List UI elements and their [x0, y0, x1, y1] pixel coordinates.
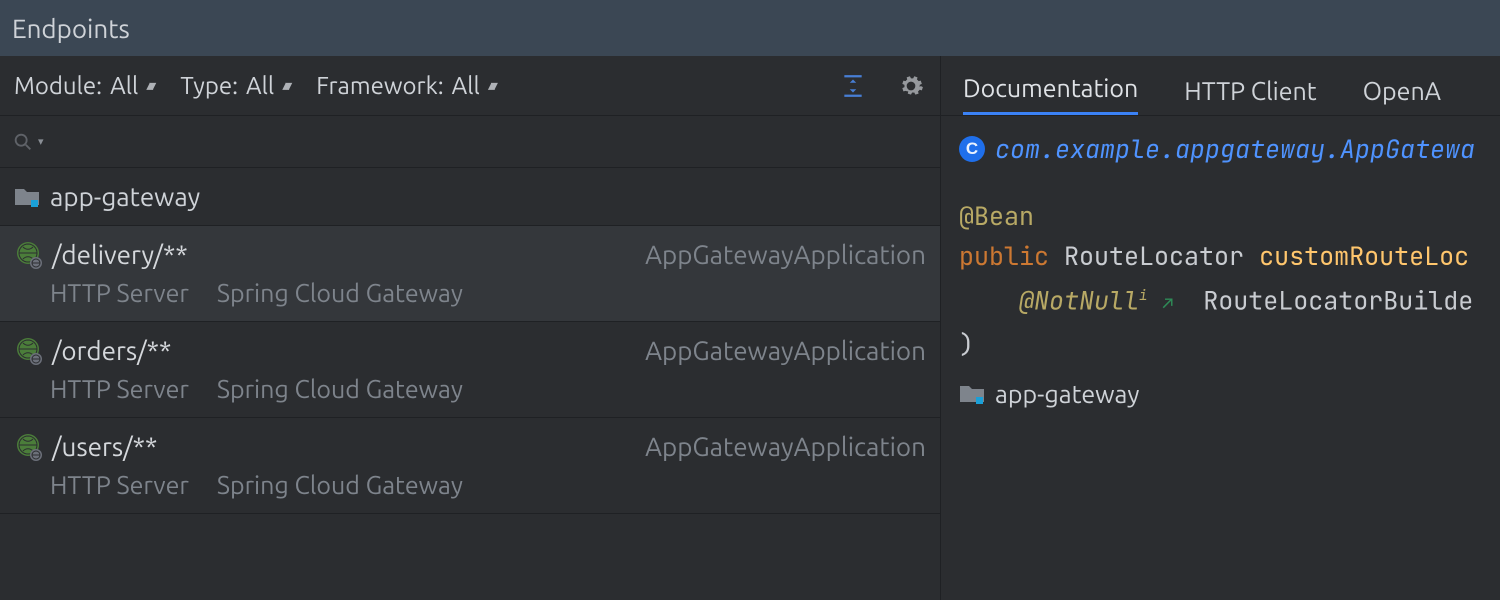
code-method-name: customRouteLoc [1259, 239, 1469, 273]
module-folder-icon [959, 383, 985, 405]
code-close-paren: ) [959, 327, 974, 361]
external-link-icon[interactable]: ↗ [1162, 292, 1173, 315]
endpoint-path: /orders/** [52, 336, 171, 365]
endpoint-row-main: /users/** AppGatewayApplication [14, 432, 926, 461]
gear-icon [898, 73, 924, 99]
code-param-annotation: @NotNull [1019, 283, 1139, 317]
tab-openapi[interactable]: OpenA [1363, 63, 1441, 115]
search-history-chevron-icon[interactable]: ▾ [38, 135, 44, 148]
code-param-type: RouteLocatorBuilde [1203, 283, 1473, 317]
filter-type-value: All [246, 72, 274, 99]
chevron-updown-icon: ▴▾ [282, 77, 288, 94]
code-param-sup: i [1139, 287, 1147, 305]
search-icon [10, 129, 36, 155]
tab-http-client[interactable]: HTTP Client [1184, 63, 1316, 115]
endpoint-framework: Spring Cloud Gateway [217, 375, 463, 403]
endpoint-class: AppGatewayApplication [645, 432, 926, 461]
class-badge-icon: C [959, 136, 985, 162]
endpoint-row-meta: HTTP Server Spring Cloud Gateway [14, 375, 926, 403]
chevron-updown-icon: ▴▾ [146, 77, 152, 94]
endpoint-path: /delivery/** [52, 240, 188, 269]
endpoint-icon [14, 337, 42, 365]
left-panel: Module: All ▴▾ Type: All ▴▾ Framework: A… [0, 56, 940, 600]
tab-documentation[interactable]: Documentation [963, 60, 1138, 115]
code-keyword: public [959, 239, 1049, 273]
endpoints-tool-window: Endpoints Module: All ▴▾ Type: All ▴▾ Fr… [0, 0, 1500, 600]
doc-tabs: Documentation HTTP Client OpenA [941, 56, 1500, 116]
endpoint-server: HTTP Server [50, 471, 189, 499]
code-return-type: RouteLocator [1064, 239, 1244, 273]
doc-fqn: com.example.appgateway.AppGatewa [995, 132, 1475, 166]
doc-module-row[interactable]: app-gateway [941, 364, 1500, 408]
module-name: app-gateway [50, 182, 200, 211]
endpoint-row-main: /delivery/** AppGatewayApplication [14, 240, 926, 269]
endpoint-framework: Spring Cloud Gateway [217, 471, 463, 499]
filter-type[interactable]: Type: All ▴▾ [180, 72, 288, 99]
endpoint-server: HTTP Server [50, 279, 189, 307]
filter-framework[interactable]: Framework: All ▴▾ [316, 72, 494, 99]
filter-module-value: All [110, 72, 138, 99]
expand-collapse-button[interactable] [838, 71, 868, 101]
endpoint-framework: Spring Cloud Gateway [217, 279, 463, 307]
main-split: Module: All ▴▾ Type: All ▴▾ Framework: A… [0, 56, 1500, 600]
filter-bar: Module: All ▴▾ Type: All ▴▾ Framework: A… [0, 56, 940, 116]
chevron-updown-icon: ▴▾ [488, 77, 494, 94]
endpoint-item[interactable]: /users/** AppGatewayApplication HTTP Ser… [0, 418, 940, 514]
endpoint-item[interactable]: /delivery/** AppGatewayApplication HTTP … [0, 226, 940, 322]
doc-module-name: app-gateway [995, 380, 1139, 408]
filter-framework-value: All [452, 72, 480, 99]
endpoint-item[interactable]: /orders/** AppGatewayApplication HTTP Se… [0, 322, 940, 418]
filter-type-label: Type: [180, 72, 238, 99]
endpoint-server: HTTP Server [50, 375, 189, 403]
expand-collapse-icon [840, 73, 866, 99]
endpoint-class: AppGatewayApplication [645, 240, 926, 269]
module-folder-icon [14, 186, 40, 208]
endpoint-row-meta: HTTP Server Spring Cloud Gateway [14, 471, 926, 499]
filter-framework-label: Framework: [316, 72, 443, 99]
endpoint-path: /users/** [52, 432, 157, 461]
endpoint-row-meta: HTTP Server Spring Cloud Gateway [14, 279, 926, 307]
module-node[interactable]: app-gateway [0, 168, 940, 226]
right-panel: Documentation HTTP Client OpenA C com.ex… [940, 56, 1500, 600]
titlebar: Endpoints [0, 0, 1500, 56]
search-row[interactable]: ▾ [0, 116, 940, 168]
code-annotation: @Bean [959, 199, 1034, 233]
doc-breadcrumb[interactable]: C com.example.appgateway.AppGatewa [941, 116, 1500, 166]
endpoint-icon [14, 241, 42, 269]
endpoint-list: /delivery/** AppGatewayApplication HTTP … [0, 226, 940, 600]
titlebar-title: Endpoints [12, 14, 130, 43]
settings-button[interactable] [896, 71, 926, 101]
endpoint-class: AppGatewayApplication [645, 336, 926, 365]
filter-module[interactable]: Module: All ▴▾ [14, 72, 152, 99]
filter-module-label: Module: [14, 72, 102, 99]
endpoint-icon [14, 433, 42, 461]
endpoint-row-main: /orders/** AppGatewayApplication [14, 336, 926, 365]
doc-code: @Bean public RouteLocator customRouteLoc… [941, 180, 1500, 364]
